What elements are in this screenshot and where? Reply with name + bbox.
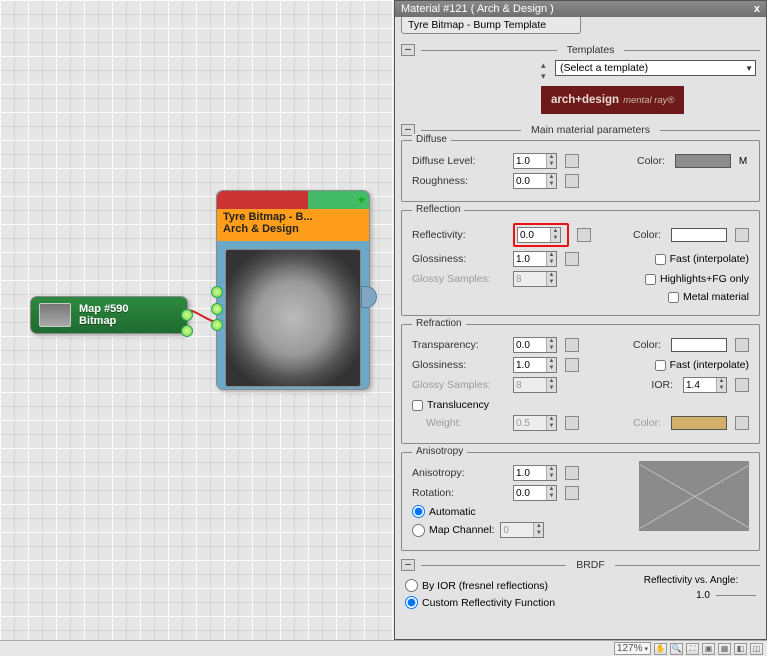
output-port[interactable] bbox=[181, 325, 193, 337]
template-select[interactable]: (Select a template) bbox=[555, 60, 756, 76]
status-bar: 127%▾ ✋ 🔍 ⛶ ▣ ▦ ◧ ◫ bbox=[0, 640, 767, 656]
map-button[interactable] bbox=[565, 252, 579, 266]
zoom-indicator[interactable]: 127%▾ bbox=[614, 642, 651, 655]
panel-title: Material #121 ( Arch & Design ) bbox=[401, 3, 554, 15]
node-title: Map #590 bbox=[79, 303, 129, 315]
glossiness-spinner[interactable]: ▲▼ bbox=[513, 251, 557, 267]
transl-weight-spinner: ▲▼ bbox=[513, 415, 557, 431]
refr-fast-checkbox[interactable]: Fast (interpolate) bbox=[655, 359, 749, 371]
node-material[interactable]: + Tyre Bitmap - B... Arch & Design bbox=[216, 190, 370, 390]
transparency-spinner[interactable]: ▲▼ bbox=[513, 337, 557, 353]
input-port[interactable] bbox=[211, 303, 223, 315]
map-button[interactable] bbox=[565, 358, 579, 372]
map-button[interactable] bbox=[735, 416, 749, 430]
material-properties-panel: Material #121 ( Arch & Design ) x Tyre B… bbox=[394, 0, 767, 640]
map-indicator[interactable]: M bbox=[737, 156, 749, 167]
rotation-spinner[interactable]: ▲▼ bbox=[513, 485, 557, 501]
anisotropy-spinner[interactable]: ▲▼ bbox=[513, 465, 557, 481]
input-port[interactable] bbox=[211, 319, 223, 331]
transl-color-swatch bbox=[671, 416, 727, 430]
reflection-group: Reflection Reflectivity: ▲▼ Color: Gloss… bbox=[401, 210, 760, 316]
reflection-color-swatch[interactable] bbox=[671, 228, 727, 242]
tool-icon[interactable]: ◧ bbox=[734, 643, 747, 655]
diffuse-group: Diffuse Diffuse Level: ▲▼ Color: M Rough… bbox=[401, 140, 760, 202]
refraction-color-swatch[interactable] bbox=[671, 338, 727, 352]
map-button[interactable] bbox=[565, 154, 579, 168]
map-button[interactable] bbox=[565, 466, 579, 480]
roughness-spinner[interactable]: ▲▼ bbox=[513, 173, 557, 189]
tool-icon[interactable]: ◫ bbox=[750, 643, 763, 655]
metal-material-checkbox[interactable]: Metal material bbox=[668, 291, 749, 303]
diffuse-color-swatch[interactable] bbox=[675, 154, 731, 168]
output-port[interactable] bbox=[181, 309, 193, 321]
output-port[interactable] bbox=[361, 286, 377, 308]
anisotropy-preview bbox=[639, 461, 749, 531]
zoom-extents-icon[interactable]: ▣ bbox=[702, 643, 715, 655]
anisotropy-group: Anisotropy Anisotropy: ▲▼ Rotation: ▲▼ A… bbox=[401, 452, 760, 551]
map-button[interactable] bbox=[565, 338, 579, 352]
refr-samples-spinner: ▲▼ bbox=[513, 377, 557, 393]
map-button[interactable] bbox=[735, 228, 749, 242]
glossy-samples-spinner: ▲▼ bbox=[513, 271, 557, 287]
layout-icon[interactable]: ▦ bbox=[718, 643, 731, 655]
material-tab[interactable]: Tyre Bitmap - Bump Template bbox=[401, 17, 581, 34]
input-port[interactable] bbox=[211, 286, 223, 298]
section-title: BRDF bbox=[572, 559, 609, 571]
map-button[interactable] bbox=[735, 378, 749, 392]
refr-glossiness-spinner[interactable]: ▲▼ bbox=[513, 357, 557, 373]
zoom-region-icon[interactable]: ⛶ bbox=[686, 643, 699, 655]
node-subtitle: Bitmap bbox=[79, 315, 129, 327]
translucency-checkbox[interactable]: Translucency bbox=[412, 399, 489, 411]
expand-icon[interactable]: + bbox=[358, 193, 365, 207]
map-channel-radio[interactable]: Map Channel: bbox=[412, 524, 494, 537]
map-button[interactable] bbox=[565, 486, 579, 500]
roughness-label: Roughness: bbox=[412, 175, 507, 187]
diffuse-level-label: Diffuse Level: bbox=[412, 155, 507, 167]
automatic-radio[interactable]: Automatic bbox=[412, 505, 476, 518]
bitmap-thumbnail bbox=[39, 303, 71, 327]
diffuse-level-spinner[interactable]: ▲▼ bbox=[513, 153, 557, 169]
glossy-samples-label: Glossy Samples: bbox=[412, 273, 507, 285]
brand-badge: arch+designmental ray® bbox=[541, 86, 684, 114]
map-button[interactable] bbox=[577, 228, 591, 242]
zoom-icon[interactable]: 🔍 bbox=[670, 643, 683, 655]
highlight-box: ▲▼ bbox=[513, 223, 569, 247]
material-preview bbox=[225, 249, 361, 387]
custom-reflectivity-radio[interactable]: Custom Reflectivity Function bbox=[405, 596, 555, 609]
by-ior-radio[interactable]: By IOR (fresnel reflections) bbox=[405, 579, 548, 592]
map-button[interactable] bbox=[565, 416, 579, 430]
fast-interpolate-checkbox[interactable]: Fast (interpolate) bbox=[655, 253, 749, 265]
section-title: Main material parameters bbox=[527, 124, 654, 136]
section-title: Templates bbox=[563, 44, 619, 56]
map-button[interactable] bbox=[565, 174, 579, 188]
map-channel-spinner: ▲▼ bbox=[500, 522, 544, 538]
highlights-fg-checkbox[interactable]: Highlights+FG only bbox=[645, 273, 749, 285]
panel-title-bar[interactable]: Material #121 ( Arch & Design ) x bbox=[395, 1, 766, 17]
close-icon[interactable]: x bbox=[754, 3, 760, 15]
node-editor-canvas[interactable]: Map #590 Bitmap + Tyre Bitmap - B... Arc… bbox=[0, 0, 394, 656]
reflectivity-label: Reflectivity: bbox=[412, 229, 507, 241]
node-bitmap[interactable]: Map #590 Bitmap bbox=[30, 296, 188, 334]
node-subtitle: Arch & Design bbox=[223, 223, 363, 235]
ior-spinner[interactable]: ▲▼ bbox=[683, 377, 727, 393]
collapse-icon[interactable]: – bbox=[401, 559, 415, 571]
node-title: Tyre Bitmap - B... bbox=[223, 211, 363, 223]
pan-icon[interactable]: ✋ bbox=[654, 643, 667, 655]
glossiness-label: Glossiness: bbox=[412, 253, 507, 265]
collapse-icon[interactable]: – bbox=[401, 44, 415, 56]
refraction-group: Refraction Transparency: ▲▼ Color: Gloss… bbox=[401, 324, 760, 444]
map-button[interactable] bbox=[735, 338, 749, 352]
reflectivity-spinner[interactable]: ▲▼ bbox=[517, 227, 561, 243]
